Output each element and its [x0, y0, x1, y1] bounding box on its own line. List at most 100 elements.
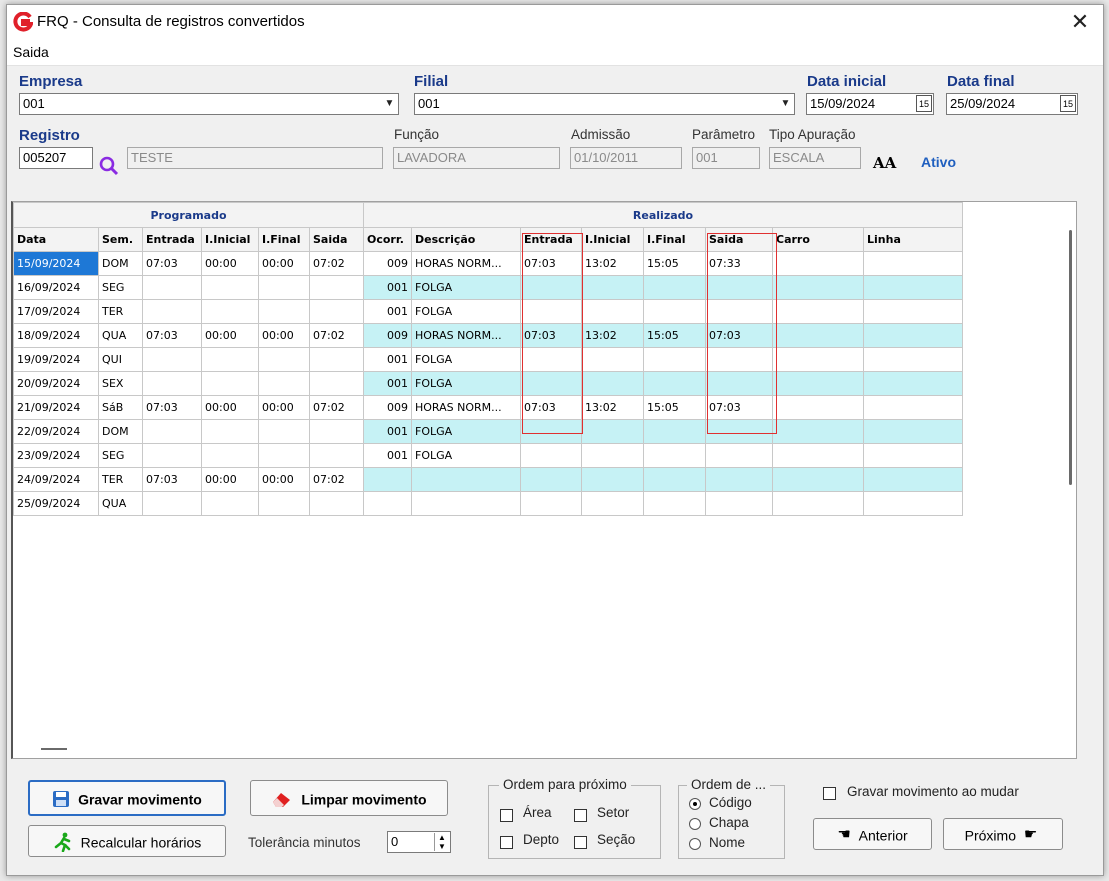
table-cell[interactable]: 00:00	[258, 251, 310, 276]
table-cell[interactable]: 001	[363, 371, 412, 396]
table-cell[interactable]	[581, 275, 644, 300]
table-cell[interactable]	[201, 443, 259, 468]
table-cell[interactable]: 21/09/2024	[13, 395, 99, 420]
table-cell[interactable]: 009	[363, 395, 412, 420]
table-cell[interactable]	[309, 419, 364, 444]
table-cell[interactable]	[581, 419, 644, 444]
table-cell[interactable]: 07:03	[705, 395, 773, 420]
data-final-field[interactable]: 25/09/2024 15	[946, 93, 1078, 115]
column-header[interactable]: Data	[13, 227, 99, 252]
table-cell[interactable]: 001	[363, 443, 412, 468]
table-row[interactable]: 24/09/2024 TER 07:03 00:00 00:00 07:02	[13, 467, 963, 492]
area-checkbox[interactable]	[500, 809, 513, 822]
table-cell[interactable]	[772, 491, 864, 516]
table-cell[interactable]	[643, 371, 706, 396]
table-cell[interactable]	[772, 299, 864, 324]
table-cell[interactable]	[772, 467, 864, 492]
calendar-icon[interactable]: 15	[1060, 95, 1076, 112]
table-cell[interactable]	[258, 275, 310, 300]
column-header[interactable]: I.Final	[643, 227, 706, 252]
column-header[interactable]: Linha	[863, 227, 963, 252]
table-cell[interactable]	[772, 323, 864, 348]
table-cell[interactable]: TER	[98, 467, 143, 492]
table-row[interactable]: 17/09/2024 TER 001 FOLGA	[13, 299, 963, 324]
secao-checkbox[interactable]	[574, 836, 587, 849]
table-cell[interactable]	[643, 467, 706, 492]
column-header[interactable]: Saida	[705, 227, 773, 252]
table-cell[interactable]: 24/09/2024	[13, 467, 99, 492]
table-cell[interactable]: QUA	[98, 491, 143, 516]
table-cell[interactable]: SEG	[98, 275, 143, 300]
table-cell[interactable]	[772, 347, 864, 372]
table-cell[interactable]	[258, 371, 310, 396]
table-cell[interactable]: 13:02	[581, 323, 644, 348]
table-cell[interactable]: TER	[98, 299, 143, 324]
table-cell[interactable]: FOLGA	[411, 347, 521, 372]
table-cell[interactable]: 07:03	[520, 323, 582, 348]
table-cell[interactable]	[520, 419, 582, 444]
column-header[interactable]: Sem.	[98, 227, 143, 252]
limpar-movimento-button[interactable]: Limpar movimento	[250, 780, 448, 816]
table-cell[interactable]: 19/09/2024	[13, 347, 99, 372]
table-cell[interactable]	[772, 395, 864, 420]
tolerancia-stepper[interactable]: 0 ▲ ▼	[387, 831, 451, 853]
anterior-button[interactable]: ☚ Anterior	[813, 818, 932, 850]
filial-select[interactable]: 001 ▼	[414, 93, 795, 115]
table-cell[interactable]: 009	[363, 251, 412, 276]
table-row[interactable]: 23/09/2024 SEG 001 FOLGA	[13, 443, 963, 468]
search-icon[interactable]	[98, 155, 120, 177]
column-header[interactable]: Entrada	[142, 227, 202, 252]
table-cell[interactable]: SEX	[98, 371, 143, 396]
table-cell[interactable]	[581, 443, 644, 468]
table-cell[interactable]	[258, 443, 310, 468]
table-cell[interactable]: 15:05	[643, 323, 706, 348]
table-cell[interactable]: 07:02	[309, 395, 364, 420]
table-cell[interactable]	[520, 371, 582, 396]
table-cell[interactable]: 00:00	[258, 323, 310, 348]
table-cell[interactable]	[520, 467, 582, 492]
table-cell[interactable]	[258, 299, 310, 324]
table-cell[interactable]: 07:03	[142, 395, 202, 420]
table-cell[interactable]: 16/09/2024	[13, 275, 99, 300]
font-size-icon[interactable]: AA	[873, 154, 896, 172]
table-cell[interactable]	[863, 491, 963, 516]
column-header[interactable]: Descrição	[411, 227, 521, 252]
nome-radio[interactable]	[689, 838, 701, 850]
table-cell[interactable]	[705, 371, 773, 396]
table-cell[interactable]	[142, 275, 202, 300]
table-cell[interactable]: 00:00	[201, 395, 259, 420]
table-cell[interactable]	[863, 347, 963, 372]
table-cell[interactable]	[772, 443, 864, 468]
chapa-radio[interactable]	[689, 818, 701, 830]
table-cell[interactable]: 23/09/2024	[13, 443, 99, 468]
table-cell[interactable]: FOLGA	[411, 299, 521, 324]
table-cell[interactable]: 001	[363, 299, 412, 324]
calendar-icon[interactable]: 15	[916, 95, 932, 112]
table-cell[interactable]	[201, 491, 259, 516]
table-cell[interactable]: 25/09/2024	[13, 491, 99, 516]
table-cell[interactable]: 07:03	[520, 251, 582, 276]
menu-saida[interactable]: Saida	[13, 44, 49, 60]
table-row[interactable]: 15/09/2024 DOM 07:03 00:00 00:00 07:02 009 HORA…	[13, 251, 963, 276]
column-header[interactable]: Saida	[309, 227, 364, 252]
table-cell[interactable]	[772, 251, 864, 276]
table-cell[interactable]	[705, 299, 773, 324]
table-cell[interactable]	[643, 443, 706, 468]
table-cell[interactable]	[142, 299, 202, 324]
table-cell[interactable]: 009	[363, 323, 412, 348]
codigo-radio[interactable]	[689, 798, 701, 810]
table-cell[interactable]: HORAS NORM...	[411, 395, 521, 420]
table-row[interactable]: 22/09/2024 DOM 001 FOLGA	[13, 419, 963, 444]
table-row[interactable]: 16/09/2024 SEG 001 FOLGA	[13, 275, 963, 300]
table-cell[interactable]: SáB	[98, 395, 143, 420]
table-cell[interactable]: 07:03	[142, 467, 202, 492]
empresa-select[interactable]: 001 ▼	[19, 93, 399, 115]
table-cell[interactable]	[863, 323, 963, 348]
column-header[interactable]: I.Inicial	[201, 227, 259, 252]
table-cell[interactable]: 22/09/2024	[13, 419, 99, 444]
table-cell[interactable]: DOM	[98, 251, 143, 276]
table-cell[interactable]: DOM	[98, 419, 143, 444]
table-cell[interactable]	[142, 419, 202, 444]
table-cell[interactable]	[643, 275, 706, 300]
table-cell[interactable]	[863, 467, 963, 492]
